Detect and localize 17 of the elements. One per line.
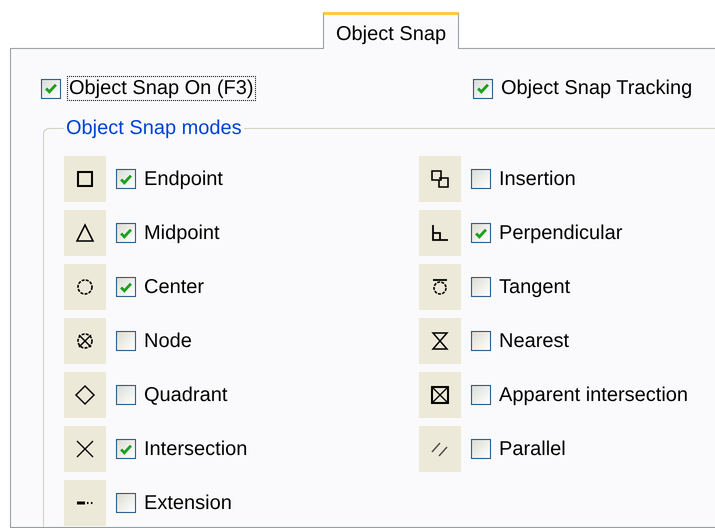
checkbox-label: Node [143,328,193,354]
tab[interactable]: Object Snap [323,12,460,49]
checkbox-label: Object Snap On (F3) [67,76,256,101]
checkbox-label: Tangent [498,274,572,300]
checkbox-label: Insertion [498,166,577,192]
checkbox-label: Extension [143,490,233,516]
checkbox-label: Parallel [498,436,567,462]
checkbox-label: Quadrant [143,382,228,408]
group-title: Object Snap modes [65,117,243,140]
checkbox-label: Perpendicular [498,220,624,246]
checkbox-label: Apparent intersection [498,382,690,408]
checkbox-label: Nearest [498,328,570,354]
checkbox-label: Intersection [143,436,248,462]
checkbox-label: Endpoint [143,166,224,192]
checkbox-label: Center [143,274,206,300]
checkbox-label: Object Snap Tracking [500,76,694,101]
checkbox-label: Midpoint [143,220,221,246]
